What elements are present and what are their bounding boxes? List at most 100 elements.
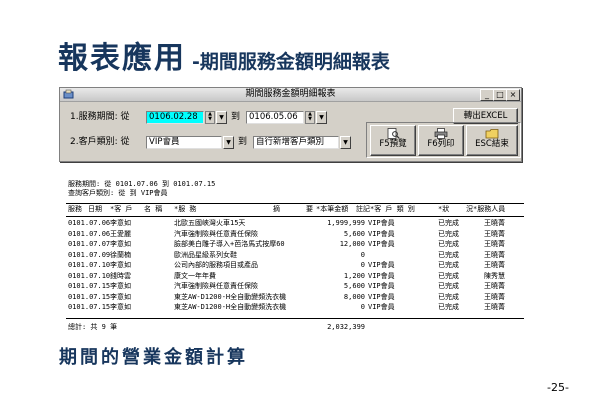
table-row: 0101.07.07 李意如 臉部美白雕子導入+芭洛馬式按摩60 12,000 VIP會… bbox=[66, 240, 526, 249]
row-amount: 0 bbox=[360, 250, 365, 259]
row-staff: 王曉菁 bbox=[484, 229, 505, 238]
row-service: 東芝AW-D1200-H全自動變頻洗衣機 bbox=[174, 292, 287, 301]
to-label-2: 到 bbox=[238, 137, 248, 147]
row-category: VIP會員 bbox=[368, 271, 395, 280]
row-category: VIP會員 bbox=[368, 282, 395, 290]
to-date-input[interactable]: 0106.05.06 bbox=[246, 111, 304, 124]
report-divider-top bbox=[66, 203, 524, 204]
report-period-line: 服務期間: 從 0101.07.06 到 0101.07.15 bbox=[68, 180, 216, 188]
row-staff: 王曉菁 bbox=[484, 261, 505, 269]
row-amount: 8,000 bbox=[343, 292, 365, 301]
header-amount: *本筆金額 bbox=[316, 205, 349, 213]
minimize-button[interactable]: _ bbox=[480, 89, 494, 101]
row-date: 0101.07.15 bbox=[68, 303, 111, 311]
report-category-line: 查詢客戶類別: 從 到 VIP會員 bbox=[68, 189, 168, 197]
row-category: VIP會員 bbox=[368, 240, 395, 248]
table-row: 0101.07.09 徐蘭楠 歐洲品星級系列女鞋 0 已完成 王曉菁 bbox=[66, 251, 526, 260]
exit-button[interactable]: ESC結束 bbox=[466, 125, 518, 156]
header-type: 服務 bbox=[68, 205, 82, 213]
row-status: 已完成 bbox=[438, 250, 459, 259]
row-category: VIP會員 bbox=[368, 303, 395, 311]
table-row: 0101.07.15 李意如 東芝AW-D1200-H全自動變頻洗衣機 8,000 VI… bbox=[66, 293, 526, 302]
row-customer: 王愛麗 bbox=[110, 229, 131, 238]
row-service: 公司內部的服務項目或產品 bbox=[174, 261, 258, 269]
report-header-row: 服務 日期 *客 戶 名 稱 *服 務 摘 要 *本筆金額 註記*客 戶 類 別… bbox=[66, 205, 526, 214]
print-button-label: F6列印 bbox=[427, 139, 455, 149]
header-name: 名 稱 bbox=[144, 205, 163, 213]
dropdown-arrow-icon: ▼ bbox=[319, 114, 324, 121]
from-category-dropdown-button[interactable]: ▼ bbox=[223, 136, 234, 149]
row-service: 東芝AW-D1200-H全自動變頻洗衣機 bbox=[174, 303, 287, 311]
printer-icon bbox=[434, 128, 448, 139]
to-category-select[interactable]: 自行新增客戶類別 bbox=[253, 136, 339, 149]
to-date-dropdown-button[interactable]: ▼ bbox=[316, 111, 327, 124]
row-category: VIP會員 bbox=[368, 292, 395, 301]
slide-title-sub: -期間服務金額明細報表 bbox=[192, 51, 390, 73]
row-staff: 王曉菁 bbox=[484, 240, 505, 248]
row-status: 已完成 bbox=[438, 240, 459, 248]
row-amount: 0 bbox=[360, 303, 365, 311]
spin-down-icon[interactable]: ▼ bbox=[206, 117, 214, 122]
row-customer: 李意如 bbox=[110, 219, 131, 227]
row-date: 0101.07.10 bbox=[68, 271, 111, 280]
dropdown-arrow-icon: ▼ bbox=[219, 114, 224, 121]
row-service: 歐洲品星級系列女鞋 bbox=[174, 250, 237, 259]
slide-title-main: 報表應用 bbox=[58, 41, 186, 76]
dropdown-arrow-icon: ▼ bbox=[226, 139, 231, 146]
to-date-spinner[interactable]: ▲ ▼ bbox=[305, 111, 315, 124]
header-service: *服 務 bbox=[174, 205, 197, 213]
preview-button[interactable]: F5預覽 bbox=[370, 125, 416, 156]
slide-title: 報表應用 -期間服務金額明細報表 bbox=[58, 33, 390, 76]
row-category: VIP會員 bbox=[368, 219, 395, 227]
header-summary: 要 bbox=[306, 205, 313, 213]
table-row: 0101.07.06 李意如 北歐五國峽灣火車15天 1,999,999 VIP會員 已完… bbox=[66, 219, 526, 228]
header-customer-type: 註記*客 戶 類 別 bbox=[356, 205, 415, 213]
from-category-select[interactable]: VIP會員 bbox=[146, 136, 222, 149]
report-dialog-window: 期間服務金額明細報表 _ □ × 1.服務期間: 從 0106.02.28 ▲ ▼… bbox=[59, 87, 522, 162]
row-status: 已完成 bbox=[438, 303, 459, 311]
spin-down-icon[interactable]: ▼ bbox=[306, 117, 314, 122]
row-service: 北歐五國峽灣火車15天 bbox=[174, 219, 246, 227]
table-row: 0101.07.15 李意如 汽車強制險與任意責任保險 5,600 VIP會員 已完成 王曉… bbox=[66, 282, 526, 291]
row-customer: 徐蘭楠 bbox=[110, 250, 131, 259]
slide-caption: 期間的營業金額計算 bbox=[59, 347, 248, 368]
preview-icon bbox=[387, 128, 400, 139]
row-date: 0101.07.15 bbox=[68, 292, 111, 301]
from-date-dropdown-button[interactable]: ▼ bbox=[216, 111, 227, 124]
report-divider-header bbox=[66, 216, 524, 217]
row-amount: 1,200 bbox=[343, 271, 365, 280]
row-staff: 王曉菁 bbox=[484, 250, 505, 259]
row-staff: 王曉菁 bbox=[484, 303, 505, 311]
from-date-spinner[interactable]: ▲ ▼ bbox=[205, 111, 215, 124]
row-service: 汽車強制險與任意責任保險 bbox=[174, 282, 258, 290]
exit-door-icon bbox=[485, 129, 499, 139]
page-number: -25- bbox=[547, 381, 569, 394]
window-title: 期間服務金額明細報表 bbox=[245, 89, 336, 99]
row-amount: 0 bbox=[360, 261, 365, 269]
row-date: 0101.07.06 bbox=[68, 229, 111, 238]
preview-button-label: F5預覽 bbox=[379, 139, 407, 149]
row-customer: 李意如 bbox=[110, 261, 131, 269]
row-staff: 王曉菁 bbox=[484, 292, 505, 301]
row-status: 已完成 bbox=[438, 271, 459, 280]
row-staff: 王曉菁 bbox=[484, 219, 505, 227]
to-label: 到 bbox=[231, 112, 241, 122]
to-category-dropdown-button[interactable]: ▼ bbox=[340, 136, 351, 149]
row-customer: 錢時雲 bbox=[110, 271, 131, 280]
row-staff: 王曉菁 bbox=[484, 282, 505, 290]
row-customer: 李意如 bbox=[110, 282, 131, 290]
row-date: 0101.07.15 bbox=[68, 282, 111, 290]
maximize-button[interactable]: □ bbox=[493, 89, 507, 101]
window-titlebar[interactable]: 期間服務金額明細報表 _ □ × bbox=[60, 88, 521, 102]
close-button[interactable]: × bbox=[506, 89, 520, 101]
row-date: 0101.07.06 bbox=[68, 219, 111, 227]
exit-button-label: ESC結束 bbox=[475, 139, 509, 149]
print-button[interactable]: F6列印 bbox=[418, 125, 464, 156]
row-service: 臉部美白雕子導入+芭洛馬式按摩60 bbox=[174, 240, 285, 248]
row-category: VIP會員 bbox=[368, 261, 395, 269]
row-amount: 5,600 bbox=[343, 229, 365, 238]
table-row: 0101.07.10 錢時雲 康文一年年費 1,200 VIP會員 已完成 陳秀慧 bbox=[66, 272, 526, 281]
from-date-input[interactable]: 0106.02.28 bbox=[146, 111, 204, 124]
row-date: 0101.07.07 bbox=[68, 240, 111, 248]
report-total-label: 總計: 共 9 筆 bbox=[68, 323, 118, 331]
